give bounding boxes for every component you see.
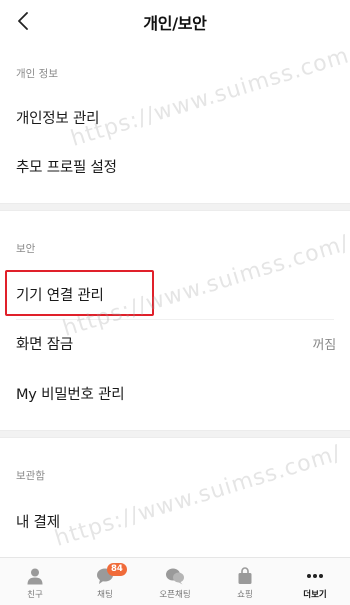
section-divider [0, 203, 350, 211]
person-icon [27, 568, 43, 585]
section-label-security: 보안 [16, 243, 36, 255]
my-password-label: My 비밀번호 관리 [16, 386, 125, 403]
memorial-profile-item[interactable]: 추모 프로필 설정 [0, 144, 350, 188]
row-divider [16, 319, 334, 320]
section-label-personal: 개인 정보 [16, 68, 58, 80]
tab-label: 쇼핑 [237, 590, 253, 600]
tab-chats[interactable]: 84 채팅 [70, 558, 140, 605]
screen-lock-item[interactable]: 화면 잠금 꺼짐 [0, 321, 350, 365]
page-title: 개인/보안 [143, 14, 207, 33]
device-connection-label: 기기 연결 관리 [16, 287, 104, 304]
screen-lock-label: 화면 잠금 [16, 336, 73, 353]
tab-friends[interactable]: 친구 [0, 558, 70, 605]
my-payment-item[interactable]: 내 결제 [0, 499, 350, 543]
shopping-bag-icon [238, 567, 252, 584]
tab-label: 오픈채팅 [159, 590, 191, 600]
tab-shopping[interactable]: 쇼핑 [210, 558, 280, 605]
device-connection-item[interactable]: 기기 연결 관리 [0, 272, 350, 316]
open-chat-icon [166, 568, 184, 585]
tab-label: 친구 [27, 590, 43, 600]
section-label-storage: 보관함 [16, 470, 45, 482]
tab-label: 더보기 [303, 590, 327, 600]
screen-lock-value: 꺼짐 [312, 337, 336, 353]
more-dots-icon [307, 574, 323, 578]
my-password-item[interactable]: My 비밀번호 관리 [0, 371, 350, 415]
memorial-profile-label: 추모 프로필 설정 [16, 159, 117, 176]
tab-more[interactable]: 더보기 [280, 558, 350, 605]
section-divider [0, 430, 350, 438]
tab-label: 채팅 [97, 590, 113, 600]
my-payment-label: 내 결제 [16, 514, 60, 531]
personal-info-item[interactable]: 개인정보 관리 [0, 95, 350, 139]
tab-open-chat[interactable]: 오픈채팅 [140, 558, 210, 605]
header: 개인/보안 [0, 0, 350, 44]
bottom-tab-bar: 친구 84 채팅 오픈채팅 쇼핑 더보기 [0, 557, 350, 605]
personal-info-label: 개인정보 관리 [16, 110, 100, 127]
unread-badge: 84 [107, 563, 127, 576]
